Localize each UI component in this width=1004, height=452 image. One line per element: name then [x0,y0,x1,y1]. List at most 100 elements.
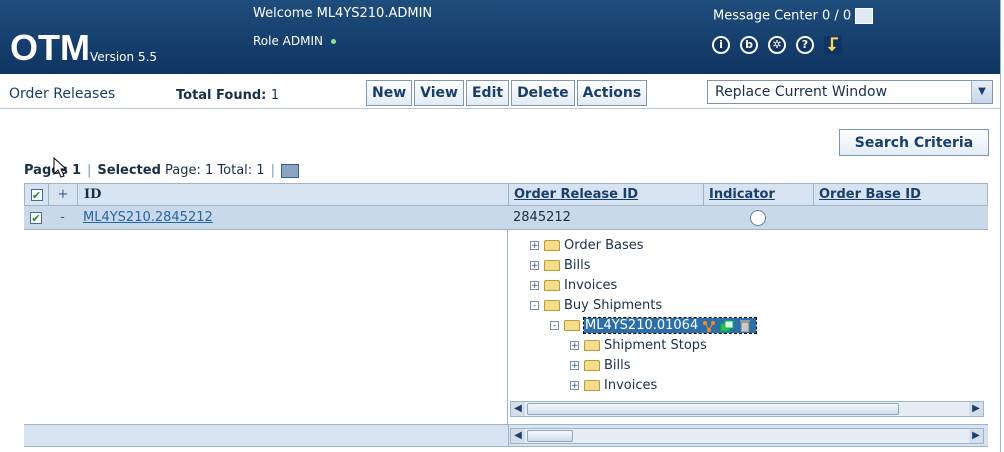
edit-button[interactable]: Edit [465,80,510,106]
scrollbar-thumb[interactable] [527,403,899,415]
scroll-right-icon[interactable]: ▶ [969,402,983,416]
tree-node-shipment[interactable]: - ML4YS210.01064 [550,317,758,335]
separator: | [270,163,275,178]
selected-shipment-node[interactable]: ML4YS210.01064 [582,317,758,334]
grid-header: ✔ + ID Order Release ID Indicator Order … [24,183,988,206]
tree-node-label: Shipment Stops [604,338,707,353]
tree-node-order-bases[interactable]: + Order Bases [530,237,644,255]
role-text: Role ADMIN [253,34,336,48]
open-folder-icon [544,300,560,311]
role-status-dot [331,39,336,44]
tree-node-shipment-invoices[interactable]: + Invoices [570,377,657,395]
otm-logo: OTM [10,27,90,68]
selected-text: Page: 1 Total: 1 [165,163,265,178]
folder-icon [584,360,600,371]
tree-node-buy-shipments[interactable]: - Buy Shipments [530,297,662,315]
tree-node-label: ML4YS210.01064 [585,318,699,333]
settings-icon[interactable]: ✲ [768,36,786,54]
row-select-cell: ✔ [24,206,48,229]
exit-icon[interactable]: ⮦ [824,36,842,54]
grid-horizontal-scrollbar[interactable]: ◀ ▶ [510,428,984,444]
role-label: Role ADMIN [253,34,323,48]
indicator-header[interactable]: Indicator [704,184,814,205]
delete-button[interactable]: Delete [511,80,575,106]
printer-icon[interactable] [280,163,299,178]
open-folder-icon [564,320,580,331]
tree-node-label: Buy Shipments [564,298,663,313]
tree-node-label: Bills [604,358,631,373]
view-button[interactable]: View [414,80,464,106]
bookmark-icon[interactable]: b [740,36,758,54]
search-criteria-button[interactable]: Search Criteria [839,129,989,156]
message-center[interactable]: Message Center 0 / 0 [713,8,874,24]
copy-icon[interactable] [720,320,734,332]
select-all-cell: ✔ [25,184,49,205]
order-base-id-header[interactable]: Order Base ID [814,184,987,205]
expand-icon[interactable]: + [570,381,579,391]
scrollbar-thumb[interactable] [527,430,573,442]
indicator-sort-link[interactable]: Indicator [709,187,775,202]
folder-icon [544,240,560,251]
expand-icon[interactable]: + [530,261,539,271]
order-release-id-sort-link[interactable]: Order Release ID [514,187,638,202]
page-title: Order Releases [9,86,116,102]
row-indicator-cell [703,206,813,229]
action-buttons: New View Edit Delete Actions [366,80,648,106]
grid-footer: ◀ ▶ [24,425,988,447]
collapse-icon[interactable]: - [550,321,559,331]
expand-all-header[interactable]: + [49,184,78,205]
tree-node-shipment-stops[interactable]: + Shipment Stops [570,337,707,355]
window-mode-value: Replace Current Window [715,84,888,100]
tree-node-invoices[interactable]: + Invoices [530,277,617,295]
header-icon-bar: i b ✲ ? ⮦ [712,36,842,54]
table-row[interactable]: ✔ - ML4YS210.2845212 2845212 [24,206,988,230]
select-all-checkbox[interactable]: ✔ [30,188,43,201]
total-found-label: Total Found: [176,88,267,103]
row-id-cell: ML4YS210.2845212 [77,206,508,229]
detail-left-blank [24,230,508,424]
help-icon[interactable]: ? [796,36,814,54]
welcome-text: Welcome ML4YS210.ADMIN [253,6,433,21]
version-label: Version 5.5 [90,50,158,64]
page-frame: OTM Version 5.5 Welcome ML4YS210.ADMIN R… [0,0,1001,452]
tree-node-label: Bills [564,258,591,273]
row-collapse-toggle[interactable]: - [48,206,77,229]
total-found: Total Found: 1 [176,88,279,103]
window-mode-select[interactable]: Replace Current Window ▼ [707,80,993,104]
expand-icon[interactable]: + [530,281,539,291]
message-center-icon[interactable] [855,8,874,24]
pages-value: 1 [71,163,81,178]
expand-icon[interactable]: + [570,361,579,371]
message-center-label: Message Center 0 / 0 [713,8,852,24]
row-id-link[interactable]: ML4YS210.2845212 [83,210,213,225]
tree-horizontal-scrollbar[interactable]: ◀ ▶ [510,401,984,417]
tree-node-label: Order Bases [564,238,644,253]
scroll-left-icon[interactable]: ◀ [511,402,525,416]
folder-icon [584,380,600,391]
scroll-left-icon[interactable]: ◀ [511,429,525,443]
folder-icon [584,340,600,351]
selected-label: Selected [97,163,161,178]
folder-icon [544,260,560,271]
tree-node-shipment-bills[interactable]: + Bills [570,357,631,375]
chevron-down-icon[interactable]: ▼ [971,81,992,103]
order-release-id-header[interactable]: Order Release ID [509,184,704,205]
scroll-right-icon[interactable]: ▶ [969,429,983,443]
actions-button[interactable]: Actions [576,80,648,106]
total-found-value: 1 [270,88,280,103]
tree-node-label: Invoices [604,378,658,393]
expand-icon[interactable]: + [570,341,579,351]
id-header: ID [78,184,509,205]
info-icon[interactable]: i [712,36,730,54]
expand-icon[interactable]: + [530,241,539,251]
trash-icon[interactable] [738,319,752,332]
mouse-cursor-icon [53,157,68,178]
row-checkbox[interactable]: ✔ [30,211,42,224]
indicator-circle-icon [750,209,766,226]
order-base-id-sort-link[interactable]: Order Base ID [819,187,921,202]
collapse-icon[interactable]: - [530,301,539,311]
divider [508,425,509,447]
tree-node-bills[interactable]: + Bills [530,257,591,275]
new-button[interactable]: New [366,80,413,106]
network-icon[interactable] [702,320,716,332]
